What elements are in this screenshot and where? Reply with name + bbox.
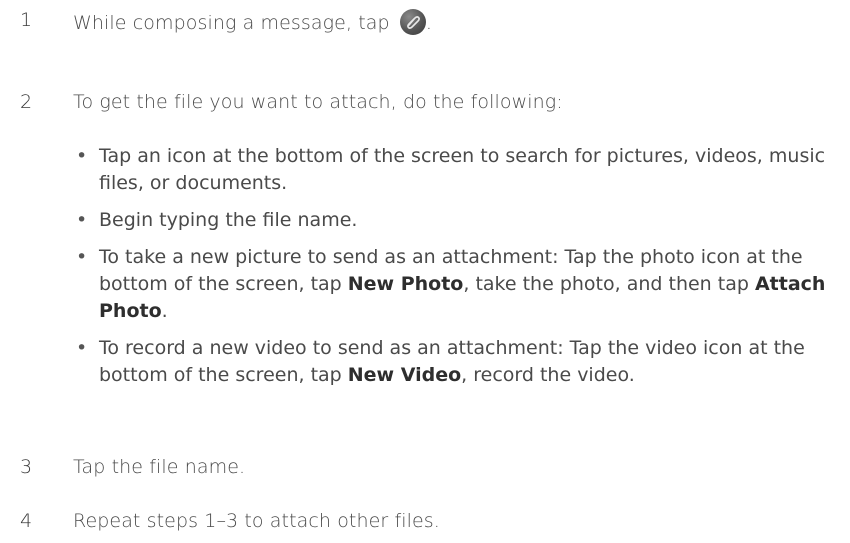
bullet-text: Tap an icon at the bottom of the screen … — [99, 145, 826, 194]
list-item: • Tap an icon at the bottom of the scree… — [73, 143, 833, 197]
bullet-text-part: . — [161, 300, 168, 322]
step-number: 4 — [20, 510, 33, 532]
instructions-page: 1 While composing a message, tap . 2 To … — [0, 0, 850, 543]
new-video-label: New Video — [347, 364, 462, 386]
bullet-marker: • — [76, 246, 88, 268]
bullet-marker: • — [76, 145, 88, 167]
list-item: • Begin typing the file name. — [73, 207, 833, 234]
step-text: Tap the file name. — [73, 456, 246, 478]
step-text-before-icon: While composing a message, tap — [73, 12, 396, 34]
bullet-list: • Tap an icon at the bottom of the scree… — [73, 143, 833, 399]
step-text-after-icon: . — [425, 12, 432, 34]
step-number: 3 — [20, 456, 33, 478]
bullet-text-part: , record the video. — [461, 364, 635, 386]
step-text: To get the file you want to attach, do t… — [73, 91, 563, 113]
new-photo-label: New Photo — [347, 273, 464, 295]
bullet-marker: • — [76, 209, 88, 231]
bullet-text: To take a new picture to send as an atta… — [99, 246, 825, 322]
bullet-text: Begin typing the file name. — [99, 209, 358, 231]
step-number: 2 — [20, 91, 33, 113]
paperclip-icon — [399, 9, 426, 35]
bullet-marker: • — [76, 337, 88, 359]
step-text: Repeat steps 1–3 to attach other files. — [73, 510, 440, 532]
step-number: 1 — [20, 9, 33, 31]
list-item: • To record a new video to send as an at… — [73, 335, 833, 389]
bullet-text: To record a new video to send as an atta… — [99, 337, 805, 386]
list-item: • To take a new picture to send as an at… — [73, 244, 833, 325]
step-text: While composing a message, tap . — [73, 9, 432, 35]
bullet-text-part: , take the photo, and then tap — [463, 273, 755, 295]
